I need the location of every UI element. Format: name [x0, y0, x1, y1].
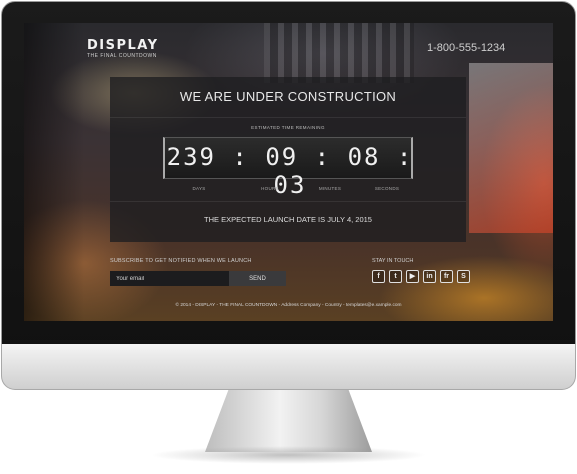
site-tagline: THE FINAL COUNTDOWN: [87, 53, 157, 59]
flickr-icon[interactable]: fr: [440, 270, 453, 283]
twitter-icon[interactable]: t: [389, 270, 402, 283]
subscribe-label: SUBSCRIBE TO GET NOTIFIED WHEN WE LAUNCH: [110, 258, 252, 264]
linkedin-icon[interactable]: in: [423, 270, 436, 283]
skype-icon[interactable]: S: [457, 270, 470, 283]
countdown-clock: 239 : 09 : 08 : 03: [163, 137, 413, 199]
estimated-label: ESTIMATED TIME REMAINING: [251, 125, 325, 130]
send-button[interactable]: SEND: [229, 271, 286, 286]
divider: [110, 201, 466, 202]
unit-minutes: MINUTES: [318, 186, 342, 191]
screen: DISPLAY THE FINAL COUNTDOWN 1-800-555-12…: [24, 23, 553, 321]
page-title: WE ARE UNDER CONSTRUCTION: [179, 89, 397, 104]
unit-hours: HOURS: [261, 186, 279, 191]
footer-text: © 2014 - DISPLAY - THE FINAL COUNTDOWN -…: [175, 303, 402, 308]
youtube-icon[interactable]: ▶: [406, 270, 419, 283]
stay-in-touch-label: STAY IN TOUCH: [372, 258, 414, 264]
divider: [110, 117, 466, 118]
unit-days: DAYS: [192, 186, 206, 191]
social-links: f t ▶ in fr S: [372, 270, 470, 283]
monitor-chin: [1, 344, 576, 390]
launch-date-text: THE EXPECTED LAUNCH DATE IS JULY 4, 2015: [204, 215, 372, 224]
construction-panel: WE ARE UNDER CONSTRUCTION ESTIMATED TIME…: [110, 77, 466, 242]
email-input[interactable]: [110, 271, 229, 286]
site-logo[interactable]: DISPLAY: [87, 38, 159, 53]
facebook-icon[interactable]: f: [372, 270, 385, 283]
phone-number: 1-800-555-1234: [427, 42, 506, 54]
monitor-stand: [205, 390, 372, 452]
monitor-base-shadow: [150, 446, 427, 464]
unit-seconds: SECONDS: [374, 186, 400, 191]
